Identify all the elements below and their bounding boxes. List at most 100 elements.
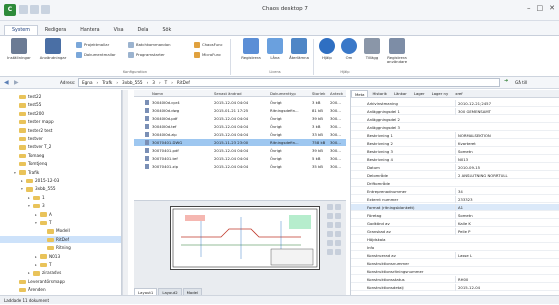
tab-sok[interactable]: Sök bbox=[155, 26, 178, 35]
tree-item[interactable]: testver T_2 bbox=[0, 143, 121, 150]
pan-icon[interactable] bbox=[327, 213, 333, 219]
property-row[interactable]: Anläggningsdel 2 bbox=[351, 116, 559, 123]
breadcrumb-item[interactable]: 3 bbox=[152, 80, 155, 85]
property-row[interactable]: Godkänd av Kalle K bbox=[351, 220, 559, 227]
tree-item[interactable]: ▾ T bbox=[0, 219, 121, 226]
breadcrumb-item[interactable]: RitDef bbox=[177, 80, 190, 85]
tab-visa[interactable]: Visa bbox=[107, 26, 131, 35]
file-row[interactable]: 30070401.DWG 2015-11-23 23:00 Ritningsdefi… bbox=[134, 139, 346, 146]
microfunc-button[interactable]: MicroFunc bbox=[194, 51, 221, 58]
save-icon[interactable] bbox=[19, 5, 28, 14]
tree-item[interactable]: Tomtjenq bbox=[0, 160, 121, 167]
property-row[interactable]: Beskrivning 3 Sometn bbox=[351, 148, 559, 155]
tab-lager-ny[interactable]: Lager ny bbox=[429, 90, 452, 97]
tab-system[interactable]: System bbox=[4, 25, 38, 35]
property-value[interactable]: 300 GEMENSAMT bbox=[455, 108, 555, 115]
anvandningar-button[interactable]: Användningar bbox=[36, 38, 70, 60]
property-row[interactable]: Beskrivning 2 Kvarteret bbox=[351, 140, 559, 147]
minimize-icon[interactable]: – bbox=[527, 4, 531, 12]
property-row[interactable]: Konstruktionsdetalj 2015-12-04 bbox=[351, 284, 559, 291]
tree-item[interactable]: Modell bbox=[0, 227, 121, 234]
property-value[interactable]: 233323 bbox=[455, 196, 555, 203]
property-row[interactable]: Format (ritningsblankett) A1 bbox=[351, 204, 559, 211]
fit-icon[interactable] bbox=[335, 213, 341, 219]
go-label[interactable]: Gå till bbox=[515, 80, 527, 85]
tab-dela[interactable]: Dela bbox=[131, 26, 156, 35]
back-icon[interactable]: ◀ bbox=[4, 79, 9, 86]
breadcrumb-item[interactable]: 3xbb_555 bbox=[122, 80, 143, 85]
property-row[interactable]: Konstruktionsritningsnummer bbox=[351, 268, 559, 275]
breadcrumb-item[interactable]: Egna bbox=[82, 80, 93, 85]
drawing-thumbnail[interactable] bbox=[170, 206, 320, 270]
color-icon[interactable] bbox=[335, 240, 341, 246]
layer-icon[interactable] bbox=[335, 231, 341, 237]
column-header-size[interactable]: Storlek bbox=[312, 91, 325, 96]
file-row[interactable]: 30040I0d.dwg 2015-01-21 17:25 Ritningsdefi… bbox=[134, 107, 346, 114]
tree-item[interactable]: ▸ T bbox=[0, 261, 121, 268]
property-row[interactable]: Entreprenadnummer 34 bbox=[351, 188, 559, 195]
breadcrumb-item[interactable]: T bbox=[165, 80, 168, 85]
column-header-note[interactable]: Anteck bbox=[330, 91, 343, 96]
chaosfunc-button[interactable]: ChaosFunc bbox=[194, 41, 223, 48]
batchkommandon-button[interactable]: Batchkommandon bbox=[128, 41, 171, 48]
undo-icon[interactable] bbox=[30, 5, 39, 14]
projektmallar-button[interactable]: Projektmallar bbox=[76, 41, 109, 48]
file-row[interactable]: 30040I0d.tef 2015-12-04 04:04 Övrigt 3 kB 30… bbox=[134, 123, 346, 130]
breadcrumb-item[interactable]: Trafk bbox=[102, 80, 112, 85]
tree-item[interactable]: ▾ Trafik bbox=[0, 169, 121, 176]
file-row[interactable]: 30070401.tef 2015-12-04 04:04 Övrigt 5 kB 30… bbox=[134, 155, 346, 162]
tree-item[interactable]: ▾ 3xbb_555 bbox=[0, 185, 121, 192]
tree-item[interactable]: test22 bbox=[0, 93, 121, 100]
print-icon[interactable] bbox=[335, 222, 341, 228]
property-row[interactable]: Höjdskala bbox=[351, 236, 559, 243]
property-value[interactable]: Kalle K bbox=[455, 220, 555, 227]
property-row[interactable]: Datum 2010-09-15 bbox=[351, 164, 559, 171]
tab-lager[interactable]: Lager bbox=[411, 90, 428, 97]
search-icon[interactable] bbox=[335, 249, 341, 255]
property-value[interactable]: Kvarteret bbox=[455, 140, 555, 147]
property-row[interactable]: Anläggningsdel 3 bbox=[351, 124, 559, 131]
tree-item[interactable]: Ärenden bbox=[0, 286, 121, 293]
address-input[interactable]: Egna › Trafk › 3xbb_555 › 3 › T › RitDef bbox=[78, 78, 500, 87]
tree-item[interactable]: ▸ N013 bbox=[0, 253, 121, 260]
tree-item[interactable]: Leverantörsmapp bbox=[0, 278, 121, 285]
tree-item[interactable]: Ritning bbox=[0, 244, 121, 251]
tree-item[interactable]: RitDef bbox=[0, 235, 121, 243]
property-value[interactable]: RH00 bbox=[455, 276, 555, 283]
property-row[interactable]: Anläggningsdel 1 300 GEMENSAMT bbox=[351, 108, 559, 115]
file-row[interactable]: 30070401.pdf 2015-12-04 04:04 Övrigt 39 kB 3… bbox=[134, 147, 346, 154]
tree-item[interactable]: ▸ 1 bbox=[0, 194, 121, 201]
property-row[interactable]: Arkivinstmaning 2010-12-21;2457 bbox=[351, 100, 559, 107]
column-header-date[interactable]: Senast ändrad bbox=[214, 91, 242, 96]
tab-hantera[interactable]: Hantera bbox=[73, 26, 106, 35]
property-row[interactable]: Granskad av Pelle P bbox=[351, 228, 559, 235]
property-row[interactable]: Konstruktionsstatus RH00 bbox=[351, 276, 559, 283]
dokumentmallar-button[interactable]: Dokumentmallar bbox=[76, 51, 116, 58]
property-value[interactable]: Sometn bbox=[455, 148, 555, 155]
programstarter-button[interactable]: Programstarter bbox=[128, 51, 165, 58]
forward-icon[interactable]: ▶ bbox=[14, 79, 19, 86]
file-row[interactable]: 30040I0d.zip 2015-12-04 04:04 Övrigt 33 kB 3… bbox=[134, 131, 346, 138]
tree-item[interactable]: ▾ 3 bbox=[0, 202, 121, 209]
property-row[interactable]: Företag Sometn bbox=[351, 212, 559, 219]
property-row[interactable]: Info bbox=[351, 244, 559, 251]
file-row[interactable]: 30040I0d.cpr4 2015-12-04 04:04 Övrigt 3 kB 2… bbox=[134, 99, 346, 106]
zoom-out-icon[interactable] bbox=[335, 204, 341, 210]
tree-item[interactable]: tester2 test bbox=[0, 127, 121, 134]
tree-item[interactable]: test200 bbox=[0, 110, 121, 117]
tab-historik[interactable]: Historik bbox=[369, 90, 390, 97]
property-row[interactable]: Konstruktionsnummer bbox=[351, 260, 559, 267]
tree-item[interactable]: ▸ ziraradvs bbox=[0, 269, 121, 276]
maximize-icon[interactable]: □ bbox=[537, 4, 544, 12]
redo-icon[interactable] bbox=[41, 5, 50, 14]
tree-item[interactable]: tester mapp bbox=[0, 118, 121, 125]
property-value[interactable]: 2010-12-21;2457 bbox=[455, 100, 555, 107]
property-value[interactable]: Pelle P bbox=[455, 228, 555, 235]
property-value[interactable]: N013 bbox=[455, 156, 555, 163]
export-icon[interactable] bbox=[327, 249, 333, 255]
registrera-anvandare-button[interactable]: Registrera användare bbox=[380, 38, 414, 65]
property-value[interactable]: Sometn bbox=[455, 212, 555, 219]
property-row[interactable]: Delområde 2 ANSLUTNING NORRTULL bbox=[351, 172, 559, 179]
file-row[interactable]: 30070401.zip 2015-12-04 04:04 Övrigt 35 kB 3… bbox=[134, 163, 346, 170]
go-arrow-icon[interactable]: ➜ bbox=[504, 78, 513, 87]
